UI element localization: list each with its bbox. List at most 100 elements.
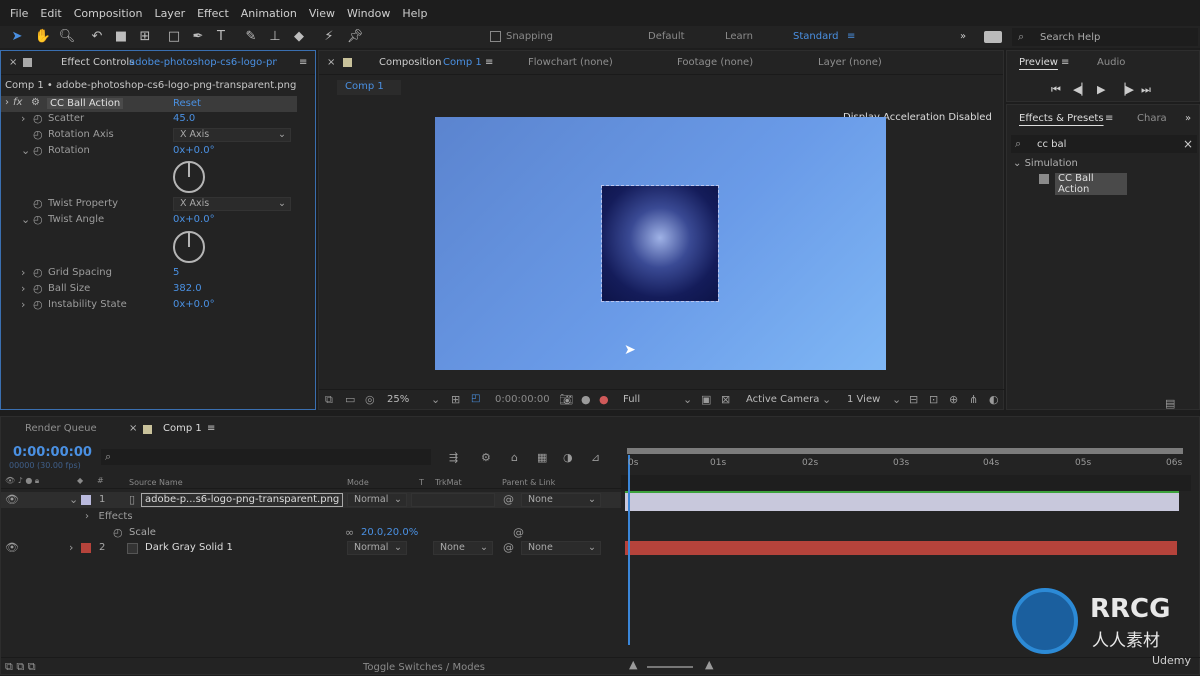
flowchart-icon[interactable]: ⋔ <box>969 393 978 406</box>
rectangle-tool-icon[interactable]: □ <box>165 28 183 46</box>
tab-composition[interactable]: Composition <box>379 57 441 68</box>
stopwatch-icon[interactable]: ◴ <box>113 526 123 539</box>
stopwatch-icon[interactable]: ◴ <box>33 213 43 226</box>
parent-pickwhip-icon[interactable]: @ <box>503 493 514 506</box>
tab-composition-name[interactable]: Comp 1 <box>443 57 482 68</box>
tab-render-queue[interactable]: Render Queue <box>25 423 97 434</box>
clear-search-icon[interactable]: × <box>1183 137 1193 151</box>
trkmat-empty[interactable] <box>411 493 495 507</box>
eraser-tool-icon[interactable]: ◆ <box>290 28 308 46</box>
trkmat-dropdown[interactable]: None ⌄ <box>433 541 493 555</box>
workspace-menu-icon[interactable]: ≡ <box>847 31 855 42</box>
next-frame-icon[interactable]: ▕▶ <box>1117 83 1134 96</box>
layer-name[interactable]: adobe-p...s6-logo-png-transparent.png <box>141 493 344 507</box>
expand-chevron-icon[interactable]: › <box>69 541 73 554</box>
sync-icon[interactable] <box>984 31 1002 43</box>
panel-menu-icon[interactable]: ≡ <box>485 57 493 68</box>
pan-behind-tool-icon[interactable]: ⊞ <box>136 28 154 46</box>
header-trkmat[interactable]: TrkMat <box>435 478 462 487</box>
camera-dropdown[interactable]: Active Camera <box>746 394 819 405</box>
view-layout-dropdown[interactable]: 1 View <box>847 394 880 405</box>
layer-label-color[interactable] <box>81 543 91 553</box>
stopwatch-icon[interactable]: ◴ <box>33 112 43 125</box>
tab-effects-presets[interactable]: Effects & Presets <box>1019 113 1104 124</box>
previous-frame-icon[interactable]: ◀▏ <box>1073 83 1090 96</box>
play-icon[interactable]: ▶ <box>1097 83 1105 96</box>
show-snapshot-icon[interactable]: ● <box>581 393 591 406</box>
tab-layer[interactable]: Layer (none) <box>818 57 882 68</box>
stopwatch-icon[interactable]: ◴ <box>33 266 43 279</box>
timeline-zoom-slider[interactable] <box>647 666 693 668</box>
panel-menu-icon[interactable]: ≡ <box>1105 113 1113 124</box>
header-parent-link[interactable]: Parent & Link <box>502 478 555 487</box>
tab-character[interactable]: Chara <box>1137 113 1167 124</box>
zoom-out-icon[interactable]: ▲ <box>629 658 637 671</box>
panel-menu-icon[interactable]: ≡ <box>1061 57 1069 68</box>
expand-chevron-icon[interactable]: › <box>21 298 25 311</box>
layer-label-color[interactable] <box>81 495 91 505</box>
stopwatch-icon[interactable]: ◴ <box>33 197 43 210</box>
expand-chevron-icon[interactable]: › <box>21 112 25 125</box>
layer-2-duration-bar[interactable] <box>625 541 1177 555</box>
category-simulation[interactable]: ⌄ Simulation <box>1013 158 1078 169</box>
layer-switches-icon[interactable]: ⧉ ⧉ ⧉ <box>5 660 36 674</box>
workspace-learn[interactable]: Learn <box>725 31 753 42</box>
pixel-aspect-icon[interactable]: ⊟ <box>909 393 918 406</box>
expression-pickwhip-icon[interactable]: @ <box>513 526 524 539</box>
tab-footage[interactable]: Footage (none) <box>677 57 753 68</box>
type-tool-icon[interactable]: T <box>212 28 230 46</box>
mask-visibility-icon[interactable]: ◎ <box>365 393 375 406</box>
stopwatch-icon[interactable]: ◴ <box>33 128 43 141</box>
current-time-indicator[interactable] <box>628 455 630 645</box>
hand-tool-icon[interactable]: ✋ <box>34 28 52 46</box>
effects-search-input[interactable]: ⌕ cc bal × <box>1011 135 1197 153</box>
workspace-default[interactable]: Default <box>648 31 685 42</box>
composition-canvas[interactable]: ➤ <box>435 117 886 370</box>
stopwatch-icon[interactable]: ◴ <box>33 298 43 311</box>
reset-exposure-icon[interactable]: ◐ <box>989 393 999 406</box>
first-frame-icon[interactable]: ⏮ <box>1051 83 1061 97</box>
parent-pickwhip-icon[interactable]: @ <box>503 541 514 554</box>
clone-stamp-tool-icon[interactable]: ⊥ <box>266 28 284 46</box>
timeline-icon[interactable]: ⊕ <box>949 393 958 406</box>
effect-controls-tab-label[interactable]: Effect Controls <box>61 57 134 68</box>
prop-value[interactable]: 0x+0.0° <box>173 145 215 156</box>
time-ruler-track[interactable] <box>621 475 1191 491</box>
search-help-field[interactable]: ⌕ Search Help <box>1012 28 1198 46</box>
transparency-grid-icon[interactable]: ◰ <box>471 393 480 404</box>
twist-angle-dial[interactable] <box>173 231 205 263</box>
frame-blending-icon[interactable]: ▦ <box>537 451 547 464</box>
timeline-current-time[interactable]: 0:00:00:00 <box>13 445 92 460</box>
render-icon[interactable]: ⊡ <box>929 393 938 406</box>
toggle-switches-modes[interactable]: Toggle Switches / Modes <box>363 662 485 673</box>
zoom-tool-icon[interactable]: 🔍︎ <box>58 28 76 46</box>
menu-window[interactable]: Window <box>347 7 390 20</box>
effect-reset-link[interactable]: Reset <box>173 98 201 109</box>
rotation-dial[interactable] <box>173 161 205 193</box>
zoom-dropdown[interactable]: 25% <box>387 394 409 405</box>
layer-mode-dropdown[interactable]: Normal ⌄ <box>347 541 407 555</box>
always-preview-icon[interactable]: ⧉ <box>325 393 333 407</box>
effect-controls-tab-file[interactable]: adobe-photoshop-cs6-logo-png <box>129 57 277 68</box>
layer-name[interactable]: Dark Gray Solid 1 <box>145 542 233 553</box>
camera-tool-icon[interactable]: ■ <box>112 28 130 46</box>
close-tab-icon[interactable]: × <box>9 57 17 68</box>
comp-breadcrumb[interactable]: Comp 1 <box>337 80 401 95</box>
roto-brush-tool-icon[interactable]: ⚡ <box>320 28 338 46</box>
zoom-in-icon[interactable]: ▲ <box>705 658 713 671</box>
visibility-eye-icon[interactable]: 👁︎ <box>5 493 19 506</box>
prop-value[interactable]: 45.0 <box>173 113 195 124</box>
collapse-chevron-icon[interactable]: ⌄ <box>21 213 30 226</box>
collapse-chevron-icon[interactable]: ⌄ <box>69 493 78 506</box>
toggle-transparency-icon[interactable]: ⊠ <box>721 393 730 406</box>
shy-layers-icon[interactable]: ⌂ <box>511 451 518 464</box>
menu-file[interactable]: File <box>10 7 28 20</box>
comp-mini-flowchart-icon[interactable]: ⇶ <box>449 451 458 464</box>
effect-row-cc-ball-action[interactable]: › fx ⚙ CC Ball Action Reset <box>1 96 297 112</box>
rotation-axis-dropdown[interactable]: X Axis ⌄ <box>173 128 291 142</box>
fx-icon[interactable]: › fx <box>5 97 22 108</box>
snapping-checkbox[interactable] <box>490 31 501 42</box>
scale-value[interactable]: 20.0,20.0% <box>361 527 418 538</box>
tab-audio[interactable]: Audio <box>1097 57 1125 68</box>
layer-row[interactable]: 👁︎ ⌄ 1 ▯ adobe-p...s6-logo-png-transpare… <box>1 492 621 508</box>
